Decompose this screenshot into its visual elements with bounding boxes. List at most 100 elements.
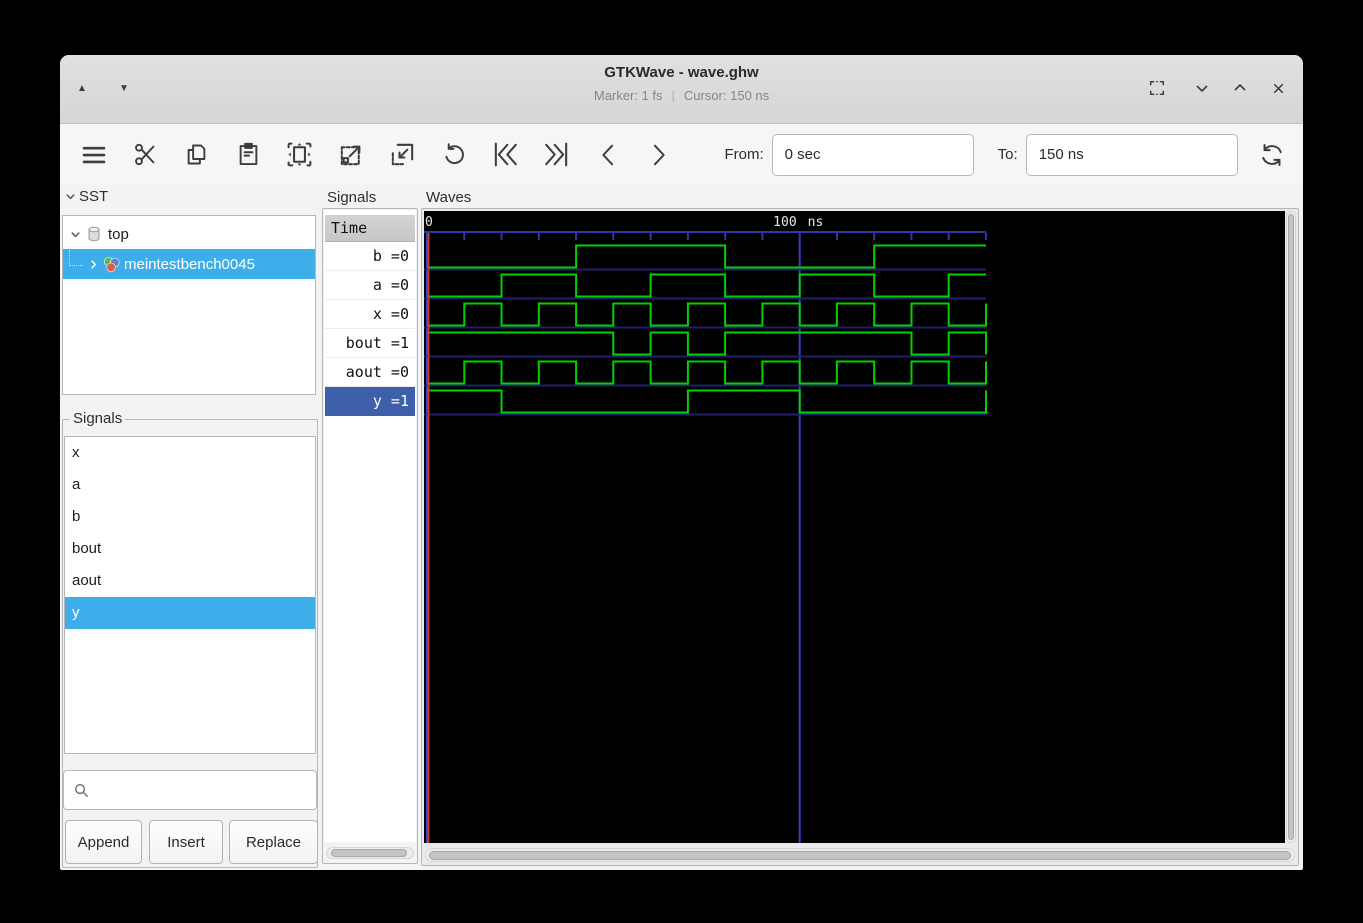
module-spheres-icon (102, 255, 121, 274)
scope-cylinder-icon (85, 225, 103, 243)
signal-value-row-bout[interactable]: bout =1 (325, 329, 415, 358)
signals-panel: Time b =0a =0x =0bout =1aout =0y =1 (322, 208, 418, 864)
skip-to-end-icon (542, 140, 571, 169)
signals-hscrollbar[interactable] (326, 847, 414, 859)
waves-vscrollbar-thumb[interactable] (1288, 214, 1294, 840)
sst-signals-frame-label: Signals (70, 410, 125, 427)
zoom-out-icon (388, 140, 417, 169)
signal-search-box[interactable] (63, 770, 317, 810)
tree-item-top[interactable]: top (63, 219, 315, 249)
reload-button[interactable] (1252, 132, 1292, 178)
replace-button[interactable]: Replace (229, 820, 318, 864)
chevron-left-icon (594, 141, 622, 169)
signal-value-rows: b =0a =0x =0bout =1aout =0y =1 (325, 242, 415, 416)
skip-to-start-button[interactable] (485, 132, 525, 178)
waves-vscrollbar[interactable] (1286, 211, 1296, 843)
svg-text:ns: ns (808, 215, 824, 230)
undo-button[interactable] (434, 132, 474, 178)
sst-tree: top meintestbench0045 (62, 215, 316, 395)
cut-button[interactable] (125, 132, 165, 178)
replace-button-label: Replace (246, 834, 301, 851)
waveform-y (427, 391, 986, 413)
to-input[interactable] (1026, 134, 1238, 176)
svg-text:0: 0 (425, 215, 433, 230)
list-item-a[interactable]: a (65, 469, 315, 501)
shift-left-button[interactable] (588, 132, 628, 178)
append-button[interactable]: Append (65, 820, 142, 864)
close-button[interactable] (1265, 75, 1291, 101)
paste-icon (235, 141, 262, 168)
fullscreen-button[interactable] (1144, 75, 1170, 101)
sst-panel-label: SST (79, 188, 108, 205)
waves-hscrollbar[interactable] (425, 848, 1295, 862)
paste-button[interactable] (228, 132, 268, 178)
titlebar[interactable]: ▲ ▼ GTKWave - wave.ghw Marker: 1 fs|Curs… (60, 55, 1303, 124)
tree-item-meintestbench0045[interactable]: meintestbench0045 (63, 249, 315, 279)
signal-value-row-x[interactable]: x =0 (325, 300, 415, 329)
signals-hscrollbar-thumb[interactable] (331, 849, 407, 857)
toolbar: From: To: (60, 124, 1303, 185)
marker-status: Marker: 1 fs (594, 88, 663, 103)
waves-hscrollbar-thumb[interactable] (429, 851, 1291, 860)
copy-icon (183, 141, 210, 168)
minimize-icon (1194, 80, 1210, 96)
sst-signals-frame: xabboutaouty Append Insert Replace (62, 419, 318, 868)
waveform-b (427, 246, 986, 268)
sst-signal-list: xabboutaouty (64, 436, 316, 754)
subtitle-separator: | (671, 88, 674, 103)
cursor-status: Cursor: 150 ns (684, 88, 769, 103)
waves-frame-label: Waves (423, 189, 474, 206)
maximize-button[interactable] (1227, 75, 1253, 101)
menu-icon (79, 140, 109, 170)
search-input[interactable] (97, 770, 316, 810)
skip-to-start-icon (491, 140, 520, 169)
signal-value-row-aout[interactable]: aout =0 (325, 358, 415, 387)
time-header: Time (325, 215, 415, 242)
insert-button-label: Insert (167, 834, 205, 851)
cut-icon (132, 141, 159, 168)
signal-value-row-y[interactable]: y =1 (325, 387, 415, 416)
expander-right-icon[interactable] (85, 258, 101, 271)
menu-button[interactable] (74, 132, 114, 178)
window-title: GTKWave - wave.ghw (60, 64, 1303, 81)
signal-value-row-a[interactable]: a =0 (325, 271, 415, 300)
shift-right-button[interactable] (639, 132, 679, 178)
list-item-bout[interactable]: bout (65, 533, 315, 565)
zoom-in-button[interactable] (331, 132, 371, 178)
append-button-label: Append (78, 834, 130, 851)
reload-icon (1258, 141, 1286, 169)
skip-to-end-button[interactable] (536, 132, 576, 178)
wave-canvas[interactable]: 0100ns (424, 211, 1285, 843)
expander-down-icon[interactable] (67, 228, 83, 241)
waveform-plot: 0100ns (424, 211, 1285, 843)
zoom-fit-button[interactable] (280, 132, 320, 178)
list-item-y[interactable]: y (65, 597, 315, 629)
zoom-in-icon (337, 140, 366, 169)
tree-item-label: meintestbench0045 (124, 256, 255, 273)
insert-button[interactable]: Insert (149, 820, 223, 864)
signals-frame-label: Signals (324, 189, 379, 206)
list-item-b[interactable]: b (65, 501, 315, 533)
search-icon (73, 782, 90, 799)
zoom-out-button[interactable] (382, 132, 422, 178)
from-label: From: (725, 146, 764, 163)
tree-guide-line (69, 250, 83, 266)
list-item-x[interactable]: x (65, 437, 315, 469)
tree-item-label: top (108, 226, 129, 243)
minimize-button[interactable] (1189, 75, 1215, 101)
gtkwave-window: ▲ ▼ GTKWave - wave.ghw Marker: 1 fs|Curs… (60, 55, 1303, 870)
copy-button[interactable] (177, 132, 217, 178)
chevron-right-icon (645, 141, 673, 169)
waves-panel: 0100ns (421, 208, 1299, 866)
maximize-icon (1232, 80, 1248, 96)
list-item-aout[interactable]: aout (65, 565, 315, 597)
sst-panel-header[interactable]: SST (64, 188, 108, 205)
desktop: { "window": { "title": "GTKWave - wave.g… (0, 0, 1363, 923)
close-icon (1271, 81, 1286, 96)
from-input[interactable] (772, 134, 974, 176)
signal-value-row-b[interactable]: b =0 (325, 242, 415, 271)
fullscreen-icon (1148, 79, 1166, 97)
zoom-fit-icon (285, 140, 314, 169)
waveform-a (427, 275, 986, 297)
undo-icon (440, 141, 468, 169)
